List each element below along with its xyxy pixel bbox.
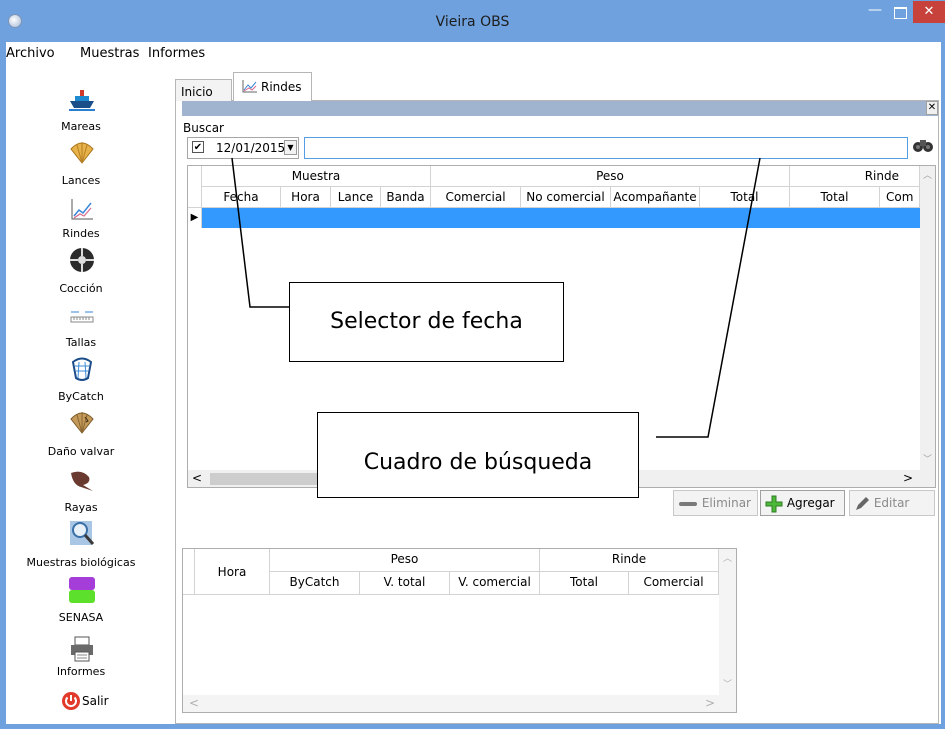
menu-informes[interactable]: Informes xyxy=(148,46,205,61)
scroll-thumb[interactable] xyxy=(210,473,330,485)
window-border-bottom xyxy=(0,724,945,729)
window-title: Vieira OBS xyxy=(435,14,510,30)
scroll-right-icon[interactable]: > xyxy=(705,696,715,710)
row-indicator-icon: ▶ xyxy=(188,208,202,228)
horizontal-scrollbar[interactable]: < > xyxy=(183,695,719,712)
scroll-left-icon[interactable]: < xyxy=(192,471,202,485)
plus-icon xyxy=(765,495,783,512)
column-header-rinde-comercial[interactable]: Comercial xyxy=(629,572,719,595)
magnifier-icon[interactable] xyxy=(69,519,95,545)
scroll-down-icon[interactable]: ﹀ xyxy=(723,677,732,690)
sidebar-item-rayas[interactable]: Rayas xyxy=(6,501,156,514)
group-header-peso: Peso xyxy=(431,166,790,187)
maximize-button[interactable] xyxy=(887,4,913,22)
column-header-hora[interactable]: Hora xyxy=(195,549,270,595)
column-header-banda[interactable]: Banda xyxy=(381,187,431,208)
column-header-rinde-total[interactable]: Total xyxy=(540,572,629,595)
wheel-icon[interactable] xyxy=(69,247,95,272)
sidebar-item-mareas[interactable]: Mareas xyxy=(6,120,156,133)
exit-label: Salir xyxy=(82,694,109,708)
senasa-icon[interactable] xyxy=(69,577,95,603)
minimize-button[interactable]: — xyxy=(862,3,888,22)
sidebar-item-bycatch[interactable]: ByCatch xyxy=(6,390,156,403)
scroll-up-icon[interactable]: ︿ xyxy=(923,168,932,181)
group-header-peso: Peso xyxy=(270,549,540,572)
column-header-comercial[interactable]: Comercial xyxy=(431,187,521,208)
column-header-bycatch[interactable]: ByCatch xyxy=(270,572,360,595)
tab-inicio[interactable]: Inicio xyxy=(175,79,232,101)
vertical-scrollbar[interactable]: ︿ ﹀ xyxy=(719,549,736,712)
tab-rindes[interactable]: Rindes xyxy=(233,72,312,101)
search-input[interactable] xyxy=(304,137,908,159)
scallop-icon[interactable] xyxy=(69,139,95,164)
group-header-rinde: Rinde xyxy=(540,549,719,572)
column-header-v-total[interactable]: V. total xyxy=(360,572,450,595)
date-enabled-checkbox[interactable]: ✔ xyxy=(192,141,204,153)
edit-button-label: Editar xyxy=(873,496,910,510)
chart-icon xyxy=(242,79,258,96)
table-row-selected[interactable] xyxy=(188,208,920,228)
column-header-v-comercial[interactable]: V. comercial xyxy=(450,572,540,595)
column-header-fecha[interactable]: Fecha xyxy=(202,187,281,208)
scroll-down-icon[interactable]: ﹀ xyxy=(923,452,932,465)
form-header xyxy=(182,101,938,116)
add-button[interactable]: Agregar xyxy=(760,490,845,516)
sidebar-item-lances[interactable]: Lances xyxy=(6,174,156,187)
printer-icon[interactable] xyxy=(69,636,95,662)
annotation-date-selector: Selector de fecha xyxy=(289,282,564,362)
scroll-up-icon[interactable]: ︿ xyxy=(723,551,732,564)
exit-button[interactable]: Salir xyxy=(62,690,142,712)
pencil-icon xyxy=(856,496,869,510)
column-header-peso-total[interactable]: Total xyxy=(700,187,790,208)
annotation-search-box: Cuadro de búsqueda xyxy=(317,412,639,498)
maximize-icon xyxy=(894,7,907,19)
column-header-rinde-total[interactable]: Total xyxy=(790,187,880,208)
form-close-button[interactable]: ✕ xyxy=(926,101,938,115)
column-header-acompanante[interactable]: Acompañante xyxy=(611,187,700,208)
menu-bar: Archivo Muestras Informes xyxy=(6,42,941,64)
bycatch-grid[interactable]: Hora Peso Rinde ByCatch V. total V. come… xyxy=(182,548,737,713)
delete-button[interactable]: Eliminar xyxy=(673,490,758,516)
ruler-icon[interactable] xyxy=(69,307,95,331)
scroll-right-icon[interactable]: > xyxy=(903,471,913,485)
search-label: Buscar xyxy=(183,121,224,135)
row-header-corner xyxy=(188,166,202,208)
group-header-rinde: Rinde xyxy=(790,166,920,187)
column-header-hora[interactable]: Hora xyxy=(281,187,331,208)
sidebar-item-coccion[interactable]: Cocción xyxy=(6,282,156,295)
group-header-muestra: Muestra xyxy=(202,166,431,187)
close-button[interactable]: ✕ xyxy=(913,1,945,23)
menu-archivo[interactable]: Archivo xyxy=(6,46,55,61)
vertical-scrollbar[interactable]: ︿ ﹀ xyxy=(920,166,935,470)
chevron-down-icon[interactable]: ▼ xyxy=(284,140,297,155)
sidebar-item-dano-valvar[interactable]: Daño valvar xyxy=(6,445,156,458)
scroll-left-icon[interactable]: < xyxy=(189,696,199,710)
sidebar-item-senasa[interactable]: SENASA xyxy=(6,611,156,624)
chart-icon[interactable] xyxy=(69,196,95,220)
sidebar-item-informes[interactable]: Informes xyxy=(6,665,156,678)
damaged-shell-icon[interactable] xyxy=(69,409,95,434)
binoculars-icon[interactable] xyxy=(909,137,936,159)
column-header-lance[interactable]: Lance xyxy=(331,187,381,208)
row-header-corner xyxy=(183,549,195,595)
tab-rindes-label: Rindes xyxy=(261,80,302,94)
window-border-right xyxy=(941,42,945,729)
edit-button[interactable]: Editar xyxy=(849,490,935,516)
minus-icon xyxy=(679,501,697,506)
menu-muestras[interactable]: Muestras xyxy=(80,46,139,61)
column-header-rinde-comercial[interactable]: Com xyxy=(880,187,920,208)
ship-icon[interactable] xyxy=(69,88,95,112)
ray-icon[interactable] xyxy=(69,467,95,491)
sidebar-item-tallas[interactable]: Tallas xyxy=(6,336,156,349)
add-button-label: Agregar xyxy=(786,496,835,510)
sidebar: Mareas Lances Rindes Cocción Tallas ByCa… xyxy=(6,64,166,724)
delete-button-label: Eliminar xyxy=(701,496,751,510)
sidebar-item-rindes[interactable]: Rindes xyxy=(6,227,156,240)
sidebar-item-muestras-biologicas[interactable]: Muestras biológicas xyxy=(6,556,156,569)
net-icon[interactable] xyxy=(69,356,95,381)
column-header-no-comercial[interactable]: No comercial xyxy=(521,187,611,208)
date-value[interactable]: 12/01/2015 xyxy=(216,141,285,155)
power-icon xyxy=(62,692,80,710)
